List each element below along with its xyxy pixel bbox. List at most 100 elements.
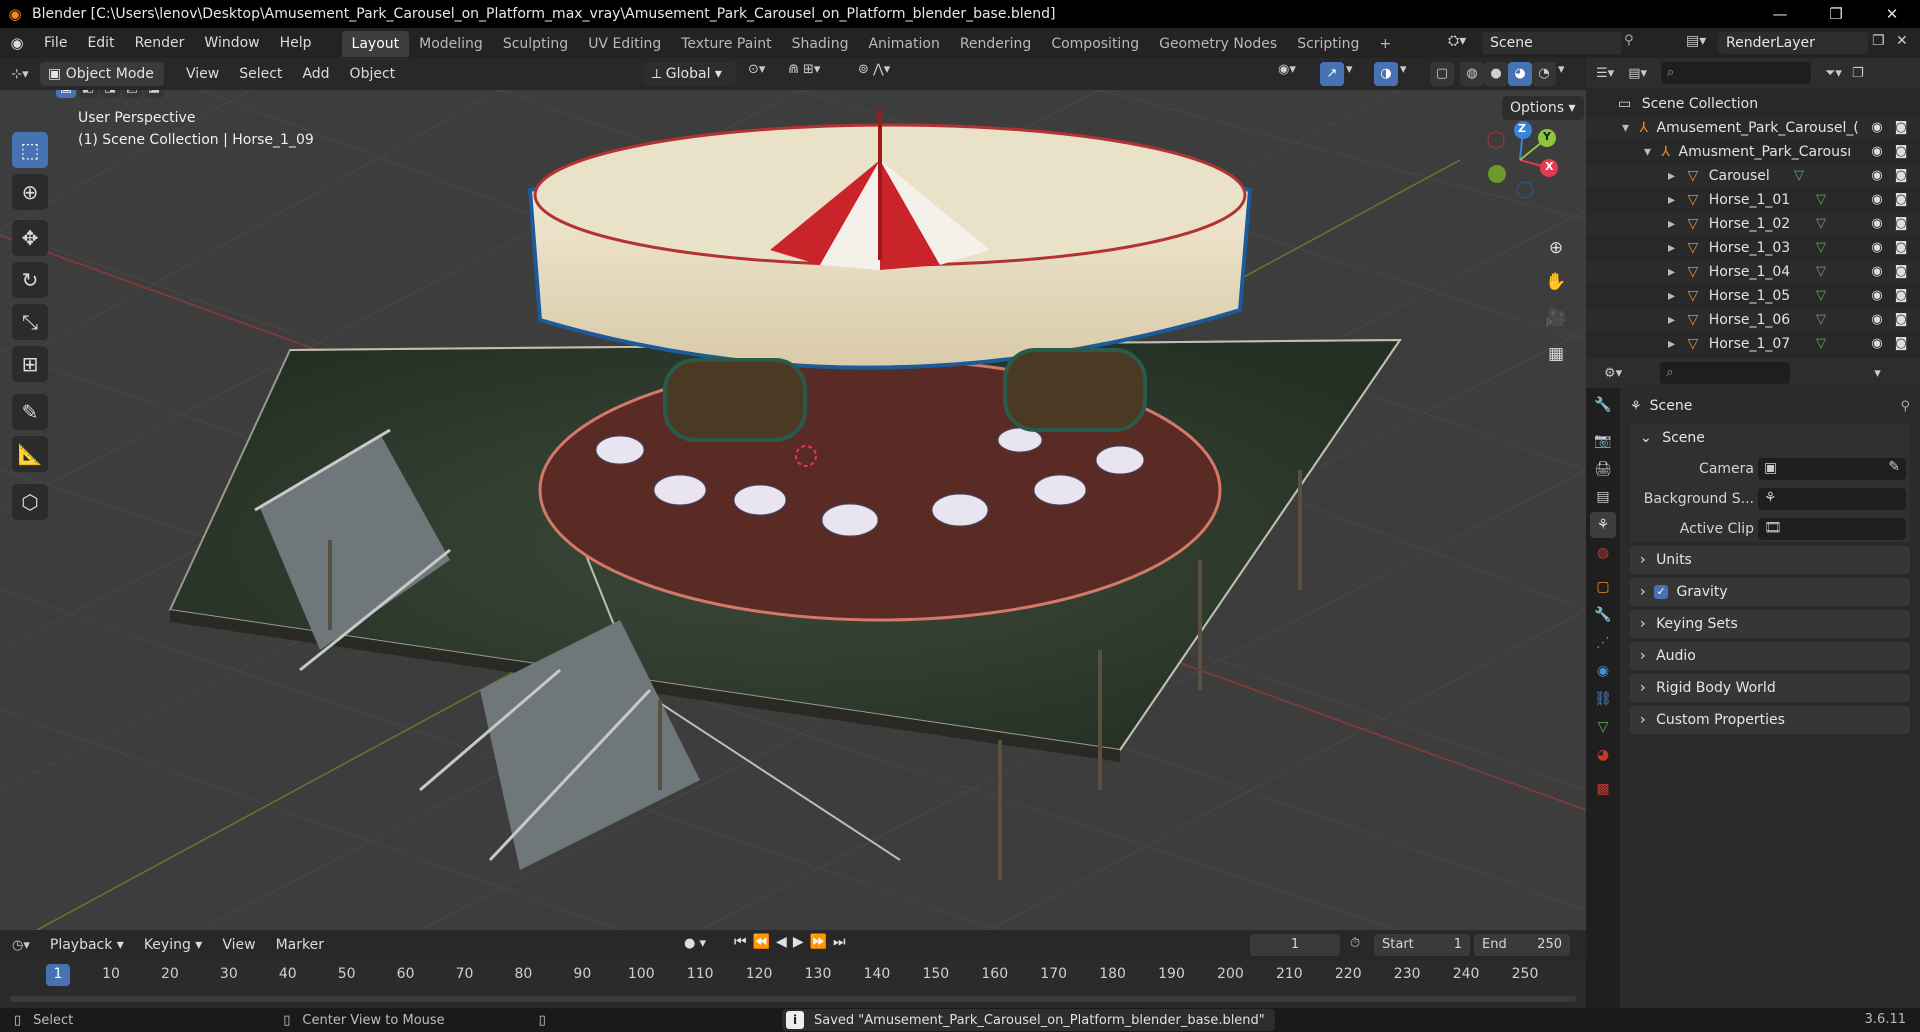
scene-tab-icon[interactable]: ⚘ — [1590, 512, 1616, 538]
transform-orientation-dropdown[interactable]: ⟂ Global ▾ — [644, 62, 736, 86]
expand-icon[interactable]: ▸ — [1668, 240, 1675, 256]
output-tab-icon[interactable]: 🖨 — [1590, 456, 1616, 482]
camera-render-icon[interactable]: ◙ — [1892, 236, 1910, 260]
3d-viewport[interactable]: Z Y X User Perspective (1) Scene Collect… — [0, 90, 1586, 930]
camera-view-icon[interactable]: 🎥 — [1540, 302, 1572, 334]
menu-file[interactable]: File — [34, 28, 77, 58]
add-workspace-button[interactable]: + — [1369, 31, 1401, 57]
mesh-data-icon[interactable]: ▽ — [1812, 284, 1830, 308]
outliner-item[interactable]: ▾ ⅄ Amusement_Park_Carousel_( ◉ ◙ — [1586, 116, 1920, 140]
menu-edit[interactable]: Edit — [77, 28, 124, 58]
close-button[interactable]: ✕ — [1864, 0, 1920, 28]
select-box-tool[interactable]: ⬚ — [12, 132, 48, 168]
proportional-edit-icon[interactable]: ⊚ ⋀▾ — [858, 62, 890, 77]
display-mode-icon[interactable]: ▤▾ — [1628, 66, 1647, 81]
maximize-button[interactable]: ❐ — [1808, 0, 1864, 28]
solid-shading-icon[interactable]: ● — [1484, 62, 1508, 86]
expand-icon[interactable]: ▸ — [1668, 168, 1675, 184]
menu-playback[interactable]: Playback ▾ — [40, 937, 134, 953]
scene-field[interactable]: Scene — [1482, 32, 1622, 54]
eye-icon[interactable]: ◉ — [1868, 164, 1886, 188]
cursor-tool-icon[interactable]: ⊕ — [12, 174, 48, 210]
camera-render-icon[interactable]: ◙ — [1892, 212, 1910, 236]
next-keyframe-icon[interactable]: ⏩ — [810, 934, 827, 950]
properties-options-icon[interactable]: ▾ — [1874, 366, 1881, 381]
play-icon[interactable]: ▶ — [793, 934, 804, 950]
new-view-layer-icon[interactable]: ❐ — [1872, 33, 1885, 49]
current-frame-field[interactable]: 1 — [1250, 934, 1340, 956]
tab-sculpting[interactable]: Sculpting — [493, 31, 578, 57]
outliner-editor-icon[interactable]: ☰▾ — [1596, 66, 1614, 81]
eye-icon[interactable]: ◉ — [1868, 188, 1886, 212]
eye-icon[interactable]: ◉ — [1868, 260, 1886, 284]
shading-dropdown-icon[interactable]: ▾ — [1558, 62, 1565, 77]
select-extend-icon[interactable]: ◧ — [78, 90, 98, 98]
scale-tool-icon[interactable]: ⤡ — [12, 304, 48, 340]
record-keyframe-icon[interactable]: ● ▾ — [684, 936, 706, 951]
eye-icon[interactable]: ◉ — [1868, 236, 1886, 260]
outliner-item[interactable]: ▾ ⅄ Amusment_Park_Carousı ◉ ◙ — [1586, 140, 1920, 164]
eye-icon[interactable]: ◉ — [1868, 212, 1886, 236]
outliner-item[interactable]: ▸ ▽ Horse_1_06 ▽ ◉ ◙ — [1586, 308, 1920, 332]
gizmo-toggle-icon[interactable]: ↗ — [1320, 62, 1344, 86]
tool-tab-icon[interactable]: 🔧 — [1590, 392, 1616, 418]
camera-render-icon[interactable]: ◙ — [1892, 260, 1910, 284]
view-layer-field[interactable]: RenderLayer — [1718, 32, 1868, 54]
overlay-dropdown-icon[interactable]: ▾ — [1400, 62, 1407, 77]
menu-keying[interactable]: Keying ▾ — [134, 937, 213, 953]
tab-animation[interactable]: Animation — [858, 31, 949, 57]
camera-render-icon[interactable]: ◙ — [1892, 164, 1910, 188]
tab-rendering[interactable]: Rendering — [950, 31, 1042, 57]
eye-icon[interactable]: ◉ — [1868, 332, 1886, 356]
select-subtract-icon[interactable]: ◨ — [100, 90, 120, 98]
scene-panel-header[interactable]: ⌄ Scene — [1630, 424, 1910, 452]
camera-render-icon[interactable]: ◙ — [1892, 188, 1910, 212]
texture-tab-icon[interactable]: ▩ — [1590, 776, 1616, 802]
expand-icon[interactable]: ▸ — [1668, 336, 1675, 352]
camera-render-icon[interactable]: ◙ — [1892, 284, 1910, 308]
expand-icon[interactable]: ▸ — [1668, 192, 1675, 208]
camera-field[interactable]: ▣ ✎ — [1758, 458, 1906, 480]
minimize-button[interactable]: — — [1752, 0, 1808, 28]
mesh-data-icon[interactable]: ▽ — [1812, 308, 1830, 332]
object-mode-dropdown[interactable]: ▣ Object Mode ▾ — [40, 62, 164, 106]
menu-object[interactable]: Object — [340, 66, 406, 82]
menu-help[interactable]: Help — [270, 28, 322, 58]
menu-render[interactable]: Render — [125, 28, 195, 58]
custom-properties-panel-header[interactable]: › Custom Properties — [1630, 706, 1910, 734]
particles-tab-icon[interactable]: ⋰ — [1590, 630, 1616, 656]
material-shading-icon[interactable]: ◕ — [1508, 62, 1532, 86]
collapse-icon[interactable]: ▾ — [1622, 120, 1629, 136]
menu-select[interactable]: Select — [229, 66, 292, 82]
outliner-item[interactable]: ▸ ▽ Horse_1_07 ▽ ◉ ◙ — [1586, 332, 1920, 356]
zoom-icon[interactable]: ⊕ — [1540, 232, 1572, 264]
play-reverse-icon[interactable]: ◀ — [776, 934, 787, 950]
camera-render-icon[interactable]: ◙ — [1892, 308, 1910, 332]
pan-hand-icon[interactable]: ✋ — [1540, 266, 1572, 298]
select-invert-icon[interactable]: ◩ — [122, 90, 142, 98]
mesh-data-icon[interactable]: ▽ — [1790, 164, 1808, 188]
eye-icon[interactable]: ◉ — [1868, 284, 1886, 308]
tab-layout[interactable]: Layout — [341, 31, 410, 57]
outliner-root-row[interactable]: ▭ Scene Collection — [1586, 92, 1920, 116]
rotate-tool-icon[interactable]: ↻ — [12, 262, 48, 298]
ortho-toggle-icon[interactable]: ▦ — [1540, 338, 1572, 370]
eye-icon[interactable]: ◉ — [1868, 116, 1886, 140]
menu-marker[interactable]: Marker — [266, 937, 334, 953]
tab-shading[interactable]: Shading — [782, 31, 859, 57]
object-tab-icon[interactable]: ▢ — [1590, 574, 1616, 600]
outliner-search-input[interactable]: ⌕ — [1661, 62, 1811, 84]
mesh-data-icon[interactable]: ▽ — [1812, 212, 1830, 236]
pivot-point-icon[interactable]: ⊙▾ — [748, 62, 765, 77]
properties-search-input[interactable]: ⌕ — [1660, 362, 1791, 384]
keying-sets-panel-header[interactable]: › Keying Sets — [1630, 610, 1910, 638]
eye-icon[interactable]: ◉ — [1868, 140, 1886, 164]
menu-window[interactable]: Window — [194, 28, 269, 58]
select-intersect-icon[interactable]: ◪ — [144, 90, 164, 98]
expand-icon[interactable]: ▸ — [1668, 288, 1675, 304]
pin-icon[interactable]: ⚲ — [1900, 399, 1910, 414]
audio-panel-header[interactable]: › Audio — [1630, 642, 1910, 670]
expand-icon[interactable]: ▸ — [1668, 264, 1675, 280]
overlay-toggle-icon[interactable]: ◑ — [1374, 62, 1398, 86]
camera-render-icon[interactable]: ◙ — [1892, 140, 1910, 164]
